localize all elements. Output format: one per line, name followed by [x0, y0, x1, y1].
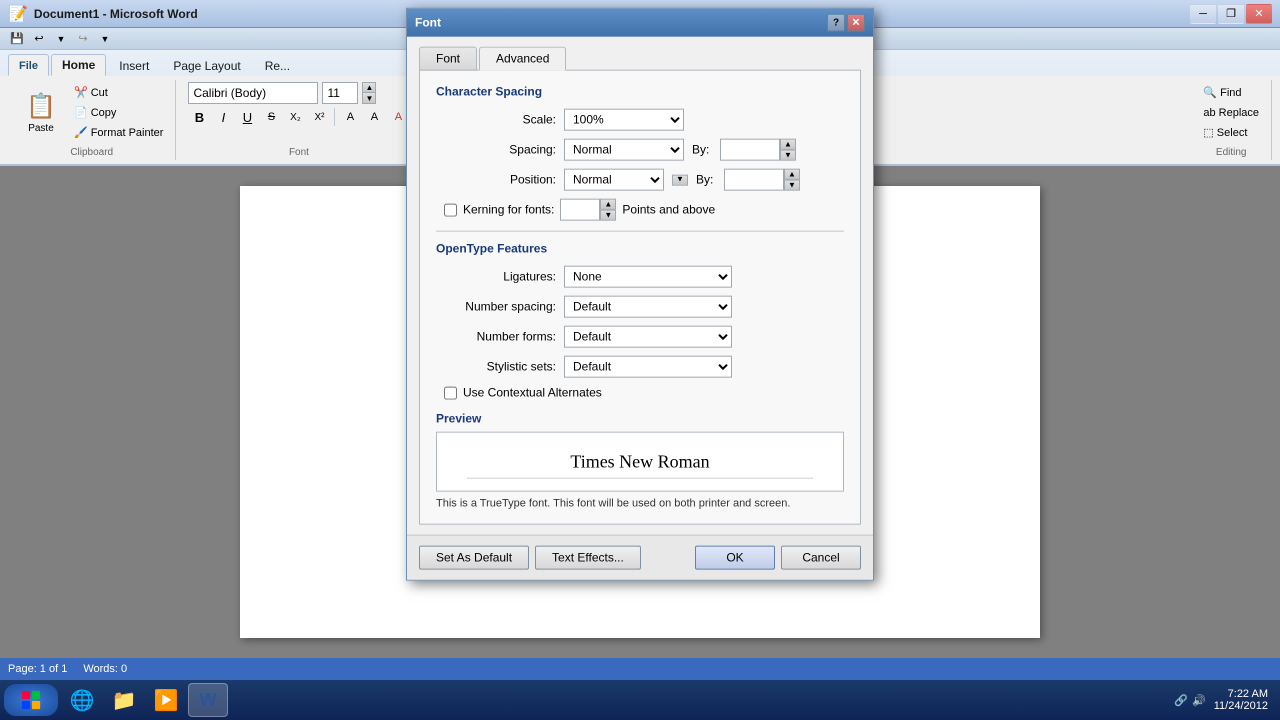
number-spacing-row: Number spacing: Default Proportional Tab…: [436, 296, 844, 318]
ligatures-row: Ligatures: None Standard Only Standard a…: [436, 266, 844, 288]
scale-label: Scale:: [436, 113, 556, 127]
position-by-spinner: ▲ ▼: [724, 169, 800, 191]
number-forms-select[interactable]: Default Lining Old-style: [564, 326, 732, 348]
set-as-default-button[interactable]: Set As Default: [419, 546, 529, 570]
clock-area: 7:22 AM 11/24/2012: [1214, 688, 1268, 712]
dialog-tab-advanced[interactable]: Advanced: [479, 47, 566, 71]
dialog-close-btn[interactable]: ✕: [847, 14, 865, 32]
spacing-down-btn[interactable]: ▼: [780, 150, 796, 161]
ligatures-select[interactable]: None Standard Only Standard and Contextu…: [564, 266, 732, 288]
word-taskbar-icon[interactable]: W: [188, 683, 228, 717]
spacing-label: Spacing:: [436, 143, 556, 157]
stylistic-sets-select[interactable]: Default 1 2: [564, 356, 732, 378]
ok-button[interactable]: OK: [695, 546, 775, 570]
start-button[interactable]: [4, 684, 58, 716]
kerning-points-btns: ▲ ▼: [600, 199, 616, 221]
position-down-btn[interactable]: ▼: [784, 180, 800, 191]
dialog-help-btn[interactable]: ?: [827, 14, 845, 32]
font-dialog: Font ? ✕ Font Advanced Character Spacing: [406, 8, 874, 581]
spacing-by-label: By:: [692, 143, 712, 157]
kerning-points-input[interactable]: [560, 199, 600, 221]
explorer-taskbar-icon[interactable]: 📁: [104, 683, 144, 717]
dialog-panel: Character Spacing Scale: 100% 80% 150% 2…: [419, 70, 861, 525]
taskbar-time: 7:22 AM: [1214, 688, 1268, 700]
spacing-row: Spacing: Normal Expanded Condensed By: ▲…: [436, 139, 844, 161]
dialog-footer-right: OK Cancel: [695, 546, 861, 570]
kerning-row: Kerning for fonts: ▲ ▼ Points and above: [444, 199, 844, 221]
preview-underline: [467, 478, 813, 479]
network-icon: 🔗: [1174, 694, 1188, 707]
cancel-button[interactable]: Cancel: [781, 546, 861, 570]
dialog-tab-font[interactable]: Font: [419, 47, 477, 71]
section-divider: [436, 231, 844, 232]
dialog-footer: Set As Default Text Effects... OK Cancel: [407, 535, 873, 580]
position-select[interactable]: Normal Raised Lowered: [564, 169, 664, 191]
kerning-checkbox[interactable]: [444, 203, 457, 216]
kerning-points-spinner: ▲ ▼: [560, 199, 616, 221]
position-dropdown-btn[interactable]: ▼: [672, 174, 688, 185]
position-by-input[interactable]: [724, 169, 784, 191]
contextual-alternates-checkbox[interactable]: [444, 386, 457, 399]
media-taskbar-icon[interactable]: ▶️: [146, 683, 186, 717]
preview-text: Times New Roman: [570, 451, 709, 472]
position-label: Position:: [436, 173, 556, 187]
kerning-down-btn[interactable]: ▼: [600, 210, 616, 221]
spacing-by-btns: ▲ ▼: [780, 139, 796, 161]
scale-select[interactable]: 100% 80% 150% 200%: [564, 109, 684, 131]
position-by-btns: ▲ ▼: [784, 169, 800, 191]
ligatures-label: Ligatures:: [436, 270, 556, 284]
dialog-footer-left: Set As Default Text Effects...: [419, 546, 641, 570]
preview-title: Preview: [436, 412, 844, 426]
system-icons: 🔗 🔊: [1174, 694, 1205, 707]
kerning-suffix: Points and above: [622, 203, 715, 217]
dialog-title: Font: [415, 16, 825, 30]
number-spacing-select[interactable]: Default Proportional Tabular: [564, 296, 732, 318]
dialog-body: Font Advanced Character Spacing Scale: 1…: [407, 37, 873, 535]
preview-note: This is a TrueType font. This font will …: [436, 498, 844, 510]
ie-taskbar-icon[interactable]: 🌐: [62, 683, 102, 717]
dialog-overlay: Font ? ✕ Font Advanced Character Spacing: [0, 0, 1280, 680]
taskbar-right: 🔗 🔊 7:22 AM 11/24/2012: [1174, 688, 1276, 712]
dialog-tabs: Font Advanced: [419, 47, 861, 71]
taskbar: 🌐 📁 ▶️ W 🔗 🔊 7:22 AM 11/24/2012: [0, 680, 1280, 720]
spacing-up-btn[interactable]: ▲: [780, 139, 796, 150]
position-by-label: By:: [696, 173, 716, 187]
preview-box: Times New Roman: [436, 432, 844, 492]
text-effects-button[interactable]: Text Effects...: [535, 546, 641, 570]
scale-row: Scale: 100% 80% 150% 200%: [436, 109, 844, 131]
character-spacing-title: Character Spacing: [436, 85, 844, 99]
spacing-by-input[interactable]: [720, 139, 780, 161]
taskbar-icons: 🌐 📁 ▶️ W: [62, 683, 228, 717]
kerning-label: Kerning for fonts:: [463, 203, 554, 217]
number-forms-label: Number forms:: [436, 330, 556, 344]
preview-section: Preview Times New Roman This is a TrueTy…: [436, 412, 844, 510]
word-taskbar-label: W: [200, 690, 217, 711]
spacing-select[interactable]: Normal Expanded Condensed: [564, 139, 684, 161]
kerning-up-btn[interactable]: ▲: [600, 199, 616, 210]
contextual-alternates-label: Use Contextual Alternates: [463, 386, 602, 400]
position-row: Position: Normal Raised Lowered ▼ By: ▲: [436, 169, 844, 191]
dialog-title-bar: Font ? ✕: [407, 9, 873, 37]
opentype-title: OpenType Features: [436, 242, 844, 256]
speaker-icon: 🔊: [1192, 694, 1206, 707]
number-spacing-label: Number spacing:: [436, 300, 556, 314]
spacing-by-spinner: ▲ ▼: [720, 139, 796, 161]
stylistic-sets-label: Stylistic sets:: [436, 360, 556, 374]
contextual-alternates-row: Use Contextual Alternates: [444, 386, 844, 400]
taskbar-date: 11/24/2012: [1214, 700, 1268, 712]
stylistic-sets-row: Stylistic sets: Default 1 2: [436, 356, 844, 378]
number-forms-row: Number forms: Default Lining Old-style: [436, 326, 844, 348]
position-up-btn[interactable]: ▲: [784, 169, 800, 180]
